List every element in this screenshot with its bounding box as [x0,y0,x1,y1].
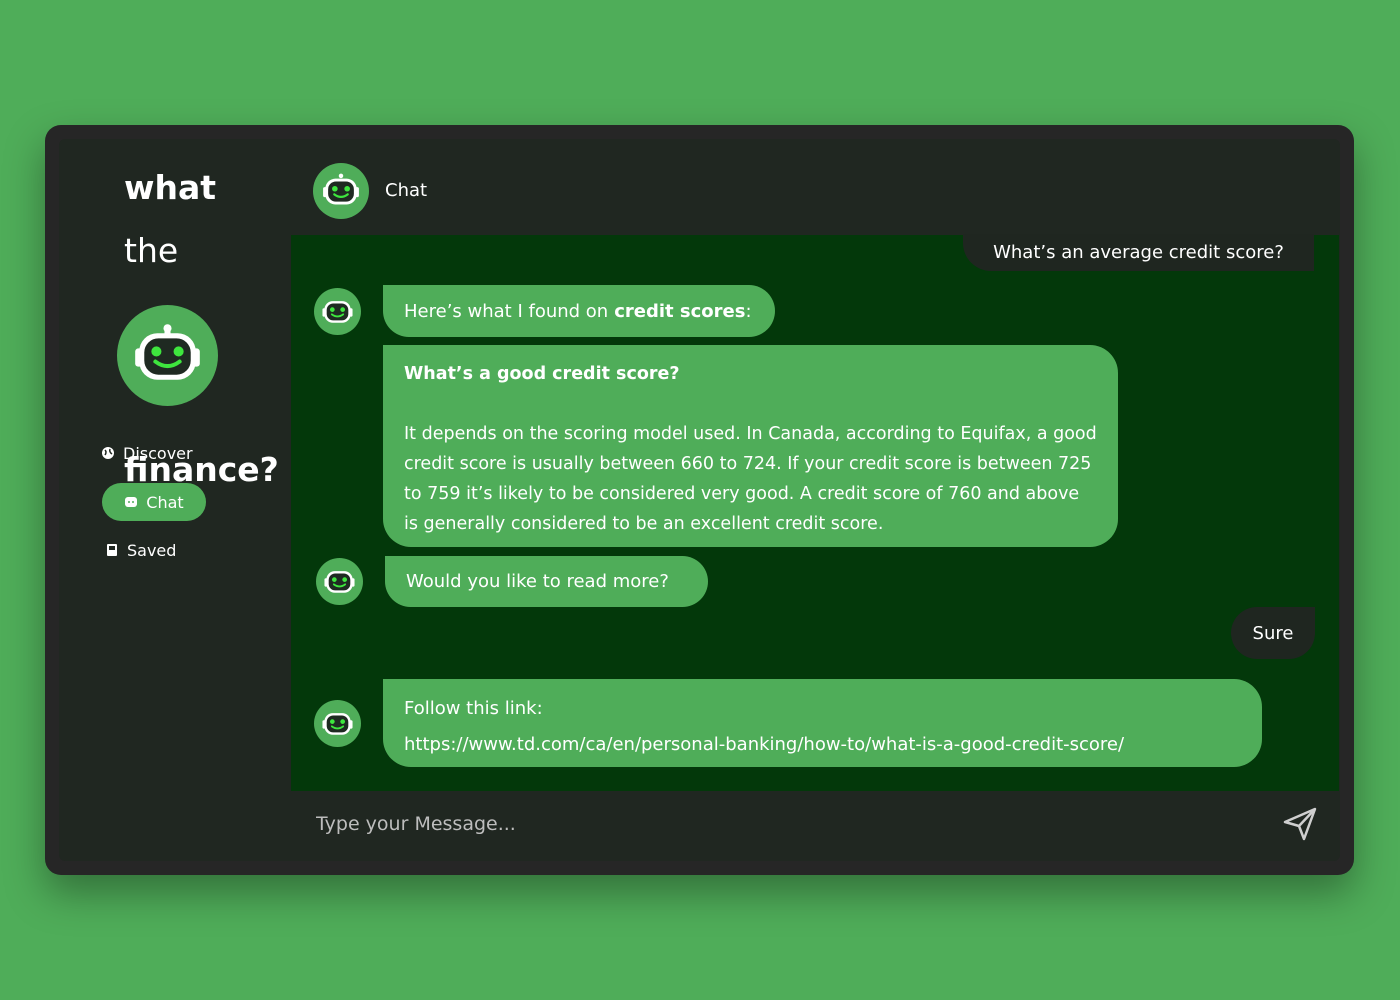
robot-avatar-icon [314,700,361,747]
message-text: : [745,300,752,322]
message-text: It depends on the scoring model used. In… [404,424,1097,534]
page-title: Chat [385,180,428,201]
bookmark-icon [107,544,117,556]
robot-avatar-icon [313,163,369,219]
bot-message: Would you like to read more? [385,556,708,607]
message-heading: What’s a good credit score? [404,364,680,384]
robot-avatar-icon [314,288,361,335]
bot-message: Follow this link: https://www.td.com/ca/… [383,679,1262,767]
message-input[interactable] [300,800,1278,848]
sidebar-item-label: Discover [123,443,193,463]
message-text: Here’s what I found on [404,300,609,322]
sidebar-item-discover[interactable]: Discover [101,434,193,472]
message-link[interactable]: https://www.td.com/ca/en/personal-bankin… [404,727,1241,763]
globe-icon [102,447,114,459]
user-message: Sure [1231,607,1315,659]
sidebar-item-saved[interactable]: Saved [105,531,176,569]
robot-avatar-icon [117,305,218,406]
message-bold-text: credit scores [614,300,746,322]
send-icon[interactable] [1282,806,1318,842]
bot-message: What’s a good credit score? It depends o… [383,345,1118,547]
sidebar-item-chat[interactable]: Chat [102,483,206,521]
robot-avatar-icon [316,558,363,605]
user-message: What’s an average credit score? [963,234,1314,271]
message-text: Follow this link: [404,698,543,719]
chat-icon [125,497,138,507]
sidebar-item-label: Saved [127,540,177,560]
sidebar-item-label: Chat [146,492,184,512]
bot-message: Here’s what I found on credit scores : [383,285,775,337]
